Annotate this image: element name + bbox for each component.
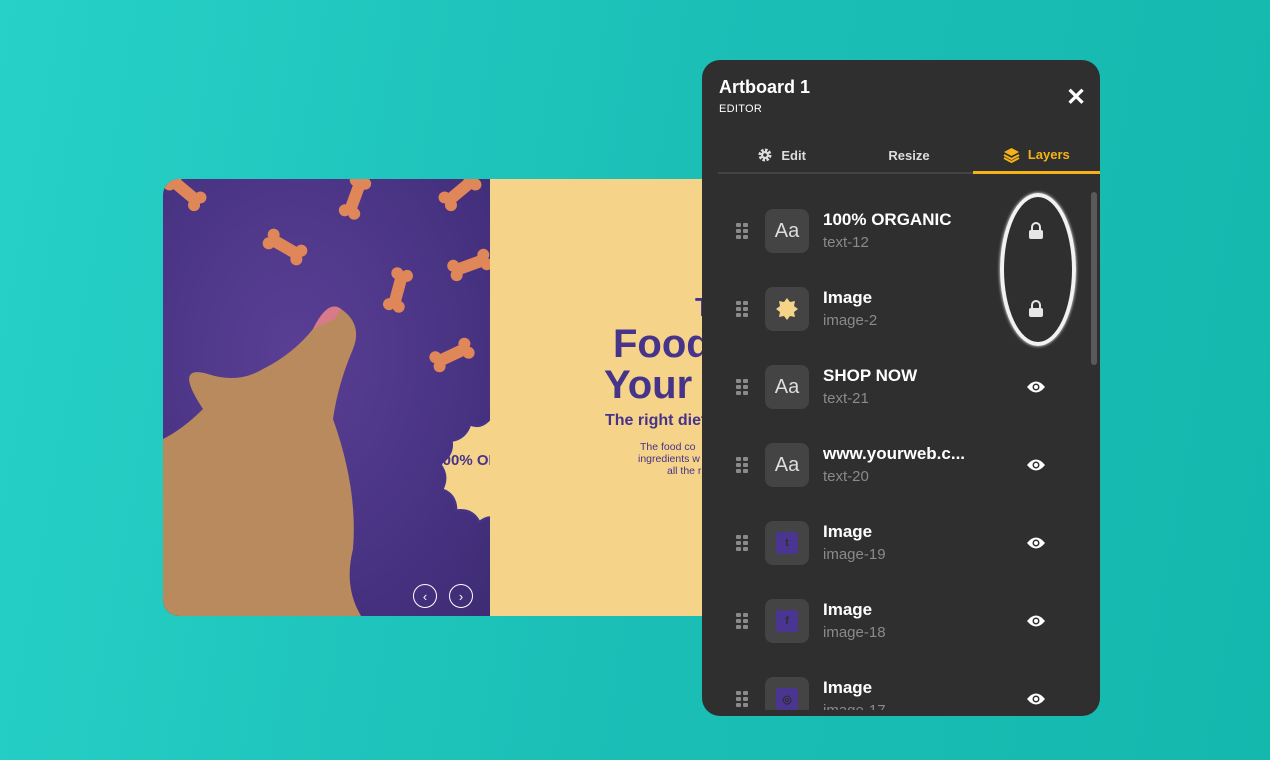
panel-tabs: Edit Resize Layers <box>718 138 1100 174</box>
drag-handle-icon[interactable] <box>736 223 748 239</box>
highlight-circle-annotation <box>1000 193 1076 346</box>
drag-handle-icon[interactable] <box>736 301 748 317</box>
artboard-text-section: T Food Your The right diet The food co i… <box>490 179 723 616</box>
headline-line-3: Your <box>604 363 693 407</box>
bone-decoration <box>387 272 409 308</box>
layers-scrollbar[interactable] <box>1091 192 1097 365</box>
artboard-preview[interactable]: 100% ORGANIC ‹ › T Food Your The right d… <box>163 179 723 616</box>
layer-name: SHOP NOW <box>823 366 918 385</box>
layer-name: www.yourweb.c... <box>823 444 966 463</box>
layer-name: Image <box>823 678 873 697</box>
layer-thumbnail: ◎ <box>765 677 809 710</box>
layer-thumbnail: Aa <box>765 443 809 487</box>
prev-slide-button[interactable]: ‹ <box>413 584 437 608</box>
tab-label: Layers <box>1027 147 1070 162</box>
text-layer-icon: Aa <box>774 219 800 242</box>
instagram-icon: ◎ <box>776 688 798 710</box>
layer-thumbnail: f <box>765 599 809 643</box>
close-icon[interactable]: ✕ <box>1066 86 1086 110</box>
badge-thumbnail-icon <box>776 298 798 320</box>
bone-decoration <box>451 253 489 277</box>
tab-layers[interactable]: Layers <box>972 138 1100 174</box>
panel-subtitle: EDITOR <box>719 103 763 115</box>
layer-visible-toggle[interactable] <box>1026 611 1046 631</box>
headline-line-2: Food <box>613 322 711 366</box>
dog-photo <box>163 306 362 616</box>
layer-visible-toggle[interactable] <box>1026 455 1046 475</box>
drag-handle-icon[interactable] <box>736 457 748 473</box>
tab-label: Edit <box>781 147 806 163</box>
layer-name: Image <box>823 522 873 541</box>
text-layer-icon: Aa <box>774 375 800 398</box>
tab-edit[interactable]: Edit <box>718 138 845 172</box>
editor-panel: Artboard 1 EDITOR ✕ Edit Resize Layers A… <box>702 60 1100 716</box>
artboard-photo-section: 100% ORGANIC ‹ › <box>163 179 548 616</box>
layer-row[interactable]: t Image image-19 <box>718 513 1088 573</box>
gear-icon <box>758 148 772 162</box>
layer-thumbnail: Aa <box>765 209 809 253</box>
eye-icon[interactable] <box>1026 380 1046 394</box>
bone-decoration <box>443 179 477 207</box>
layer-id: image-18 <box>823 624 886 641</box>
layer-visible-toggle[interactable] <box>1026 533 1046 553</box>
layer-name: 100% ORGANIC <box>823 210 952 229</box>
layer-visible-toggle[interactable] <box>1026 689 1046 709</box>
layer-thumbnail: Aa <box>765 365 809 409</box>
layer-id: text-20 <box>823 468 869 485</box>
layer-thumbnail: t <box>765 521 809 565</box>
layer-id: text-12 <box>823 234 869 251</box>
eye-icon[interactable] <box>1026 458 1046 472</box>
eye-icon[interactable] <box>1026 692 1046 706</box>
tab-label: Resize <box>888 147 930 163</box>
layers-icon <box>1003 147 1020 163</box>
eye-icon[interactable] <box>1026 614 1046 628</box>
layer-name: Image <box>823 600 873 619</box>
tab-resize[interactable]: Resize <box>845 138 972 172</box>
drag-handle-icon[interactable] <box>736 613 748 629</box>
layer-visible-toggle[interactable] <box>1026 377 1046 397</box>
drag-handle-icon[interactable] <box>736 691 748 707</box>
next-slide-button[interactable]: › <box>449 584 473 608</box>
layer-row[interactable]: ◎ Image image-17 <box>718 669 1088 710</box>
layer-id: image-2 <box>823 312 878 329</box>
chevron-right-icon: › <box>458 588 464 604</box>
eye-icon[interactable] <box>1026 536 1046 550</box>
panel-title: Artboard 1 <box>719 77 811 97</box>
layer-row[interactable]: Aa SHOP NOW text-21 <box>718 357 1088 417</box>
body-line: ingredients w <box>638 453 700 465</box>
text-layer-icon: Aa <box>774 453 800 476</box>
layer-id: text-21 <box>823 390 869 407</box>
layer-id: image-17 <box>823 702 886 710</box>
layer-row[interactable]: f Image image-18 <box>718 591 1088 651</box>
bone-decoration <box>168 179 202 207</box>
bone-decoration <box>267 233 303 261</box>
drag-handle-icon[interactable] <box>736 535 748 551</box>
subheading: The right diet <box>605 412 707 429</box>
layer-name: Image <box>823 288 873 307</box>
drag-handle-icon[interactable] <box>736 379 748 395</box>
facebook-icon: f <box>776 610 798 632</box>
body-line: all the r <box>667 465 702 477</box>
chevron-left-icon: ‹ <box>422 588 428 604</box>
bone-decoration <box>434 342 470 368</box>
layer-row[interactable]: Aa www.yourweb.c... text-20 <box>718 435 1088 495</box>
layer-id: image-19 <box>823 546 886 563</box>
body-line: The food co <box>640 441 696 453</box>
bone-decoration <box>343 179 367 216</box>
twitter-icon: t <box>776 532 798 554</box>
layer-thumbnail <box>765 287 809 331</box>
